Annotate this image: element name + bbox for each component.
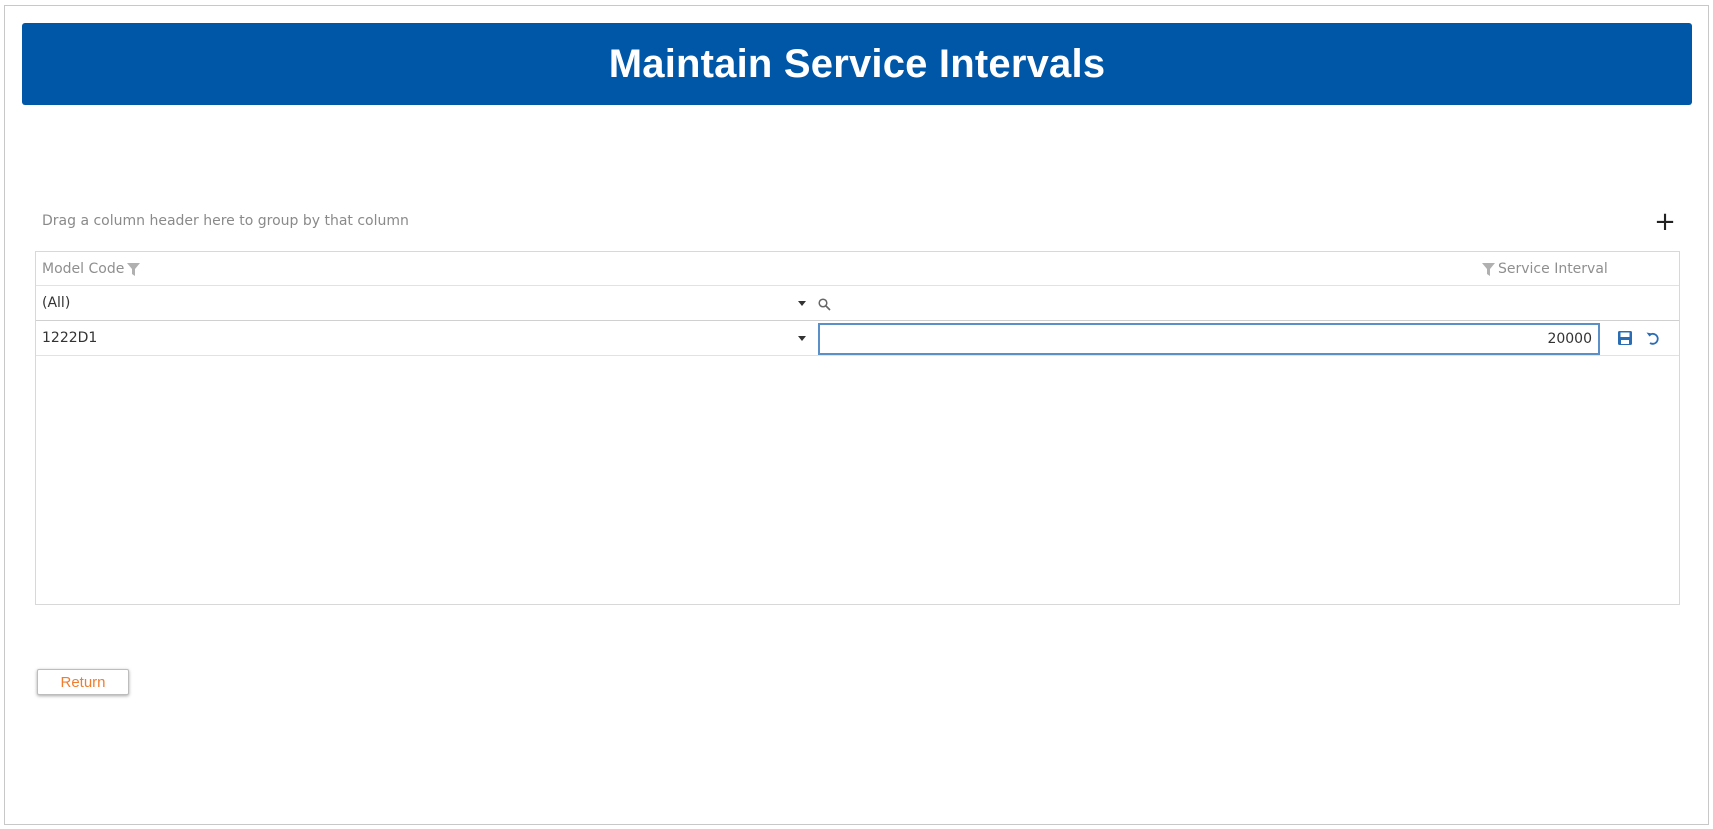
service-interval-input[interactable]: 20000 [818,323,1600,355]
page-title: Maintain Service Intervals [608,41,1106,86]
column-header-model-code[interactable]: Model Code [42,252,141,286]
model-code-editor-select[interactable]: 1222D1 [36,321,806,355]
model-code-filter-select[interactable]: (All) [36,286,806,320]
filter-icon[interactable] [127,262,141,276]
save-icon[interactable] [1616,329,1634,347]
column-header-label: Service Interval [1498,261,1608,277]
undo-icon[interactable] [1644,329,1662,347]
service-intervals-grid: Model Code Service Interval (All) 1222D1… [35,251,1680,605]
grid-header-row: Model Code Service Interval [36,252,1679,286]
page-header-banner: Maintain Service Intervals [22,23,1692,105]
search-icon [818,296,831,315]
filter-select-value: (All) [42,295,71,311]
group-by-panel[interactable]: Drag a column header here to group by th… [42,213,409,229]
filter-icon[interactable] [1482,262,1495,276]
service-interval-search-input[interactable] [812,286,1672,320]
column-header-label: Model Code [42,261,125,277]
chevron-down-icon [798,336,806,341]
model-code-value: 1222D1 [42,330,98,346]
return-button-label: Return [60,673,106,691]
return-button[interactable]: Return [37,669,129,695]
table-row[interactable]: 1222D1 20000 [36,321,1679,356]
grid-filter-row: (All) [36,286,1679,321]
chevron-down-icon [798,301,806,306]
add-row-button[interactable]: + [1652,207,1678,237]
column-header-service-interval[interactable]: Service Interval [1482,252,1608,286]
plus-icon: + [1654,207,1676,237]
